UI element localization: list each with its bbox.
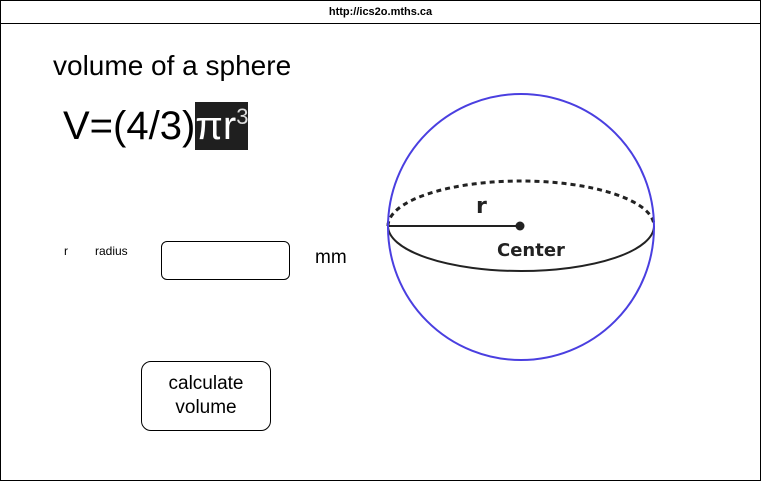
unit-label: mm (315, 247, 347, 268)
radius-label: radius (95, 244, 128, 258)
url-bar: http://ics2o.mths.ca (1, 1, 760, 24)
sphere-diagram: r Center (386, 93, 656, 361)
formula-pi-r-highlight: πr3 (195, 102, 249, 150)
sphere-center-label: Center (497, 240, 565, 261)
page-title: volume of a sphere (53, 50, 292, 81)
radius-input[interactable] (161, 241, 290, 280)
url-text: http://ics2o.mths.ca (328, 6, 433, 18)
sphere-center-dot (515, 221, 525, 231)
formula-exponent: 3 (236, 104, 249, 129)
formula-main: V=(4/3) (63, 104, 196, 148)
sphere-equator-back (386, 179, 656, 227)
formula-pi-r: πr (195, 104, 237, 148)
app-window: http://ics2o.mths.ca volume of a sphere … (0, 0, 761, 481)
volume-formula: V=(4/3)πr3 (63, 102, 249, 150)
calculate-volume-button[interactable]: calculate volume (141, 361, 271, 431)
radius-symbol-label: r (64, 244, 68, 258)
sphere-radius-label: r (476, 194, 487, 219)
